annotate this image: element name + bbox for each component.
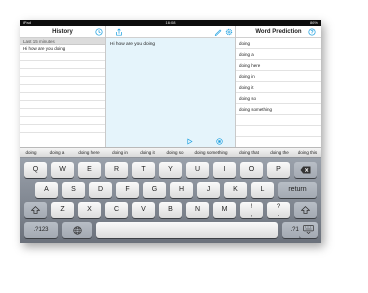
history-empty-row — [20, 93, 105, 101]
prediction-empty-row — [236, 115, 321, 126]
prediction-item[interactable]: doing it — [236, 82, 321, 93]
globe-key[interactable] — [62, 222, 92, 238]
history-empty-row — [20, 125, 105, 133]
key-s[interactable]: S — [62, 182, 85, 198]
key-v[interactable]: V — [132, 202, 155, 218]
suggestion-chip[interactable]: doing a — [42, 148, 72, 158]
suggestion-bar: doing doing a doing here doing in doing … — [20, 147, 321, 158]
history-title: History — [52, 29, 73, 35]
key-g[interactable]: G — [143, 182, 166, 198]
history-header: History — [20, 26, 105, 38]
key-u[interactable]: U — [186, 162, 209, 178]
key-b[interactable]: B — [159, 202, 182, 218]
history-empty-row — [20, 85, 105, 93]
prediction-item[interactable]: doing — [236, 38, 321, 49]
key-question[interactable]: ? . — [267, 202, 290, 218]
suggestion-chip[interactable]: doing — [20, 148, 42, 158]
key-f[interactable]: F — [116, 182, 139, 198]
key-e[interactable]: E — [78, 162, 101, 178]
globe-icon — [72, 225, 82, 235]
key-a[interactable]: A — [35, 182, 58, 198]
key-j[interactable]: J — [197, 182, 220, 198]
suggestion-chip[interactable]: doing the — [265, 148, 294, 158]
pencil-icon[interactable] — [214, 28, 222, 36]
key-exclamation-top: ! — [250, 204, 253, 210]
clock-icon[interactable] — [95, 28, 103, 36]
key-z[interactable]: Z — [51, 202, 74, 218]
key-n[interactable]: N — [186, 202, 209, 218]
prediction-empty-row — [236, 126, 321, 137]
history-empty-row — [20, 53, 105, 61]
key-o[interactable]: O — [240, 162, 263, 178]
key-r[interactable]: R — [105, 162, 128, 178]
key-c[interactable]: C — [105, 202, 128, 218]
suggestion-chip[interactable]: doing here — [72, 148, 106, 158]
key-i[interactable]: I — [213, 162, 236, 178]
return-key[interactable]: return — [278, 182, 317, 198]
key-m[interactable]: M — [213, 202, 236, 218]
history-empty-row — [20, 117, 105, 125]
key-question-bottom: . — [277, 212, 280, 218]
history-empty-row — [20, 61, 105, 69]
history-time-filter: Last 15 minutes — [20, 38, 105, 45]
key-question-top: ? — [276, 204, 281, 210]
gear-icon[interactable] — [225, 28, 233, 36]
onscreen-keyboard: Q W E R T Y U I O P A S D F G H J K L re… — [20, 158, 321, 243]
play-icon[interactable] — [186, 138, 193, 145]
history-empty-row — [20, 109, 105, 117]
word-prediction-panel: Word Prediction doing doing a doing here… — [236, 26, 321, 147]
key-w[interactable]: W — [51, 162, 74, 178]
suggestion-chip[interactable]: doing something — [189, 148, 233, 158]
suggestion-chip[interactable]: doing it — [134, 148, 161, 158]
prediction-item[interactable]: doing so — [236, 93, 321, 104]
space-bar[interactable] — [96, 222, 278, 238]
key-x[interactable]: X — [78, 202, 101, 218]
history-item[interactable]: Hi how are you doing — [20, 45, 105, 53]
share-icon[interactable] — [115, 28, 123, 36]
key-exclamation[interactable]: ! , — [240, 202, 263, 218]
shift-icon — [301, 206, 310, 214]
key-p[interactable]: P — [267, 162, 290, 178]
suggestion-chip[interactable]: doing that — [233, 148, 265, 158]
help-icon[interactable] — [308, 28, 316, 36]
history-panel: History Last 15 minutes Hi how are you d… — [20, 26, 106, 147]
prediction-item[interactable]: doing here — [236, 60, 321, 71]
shift-key-right[interactable] — [294, 202, 317, 218]
prediction-item[interactable]: doing something — [236, 104, 321, 115]
backspace-key[interactable] — [294, 162, 317, 178]
key-t[interactable]: T — [132, 162, 155, 178]
key-k[interactable]: K — [224, 182, 247, 198]
editor-panel: Hi how are you doing — [106, 26, 236, 147]
key-exclamation-bottom: , — [250, 212, 253, 218]
key-h[interactable]: H — [170, 182, 193, 198]
key-y[interactable]: Y — [159, 162, 182, 178]
shift-icon — [31, 206, 40, 214]
suggestion-chip[interactable]: doing so — [161, 148, 189, 158]
key-l[interactable]: L — [251, 182, 274, 198]
suggestion-chip[interactable]: doing this — [294, 148, 321, 158]
prediction-item[interactable]: doing in — [236, 71, 321, 82]
editor-text-area[interactable]: Hi how are you doing — [110, 42, 155, 47]
backspace-icon — [300, 166, 311, 174]
keyboard-dismiss-icon — [303, 225, 314, 234]
shift-key-left[interactable] — [24, 202, 47, 218]
editor-header — [106, 26, 235, 38]
stop-icon[interactable] — [216, 138, 223, 145]
key-q[interactable]: Q — [24, 162, 47, 178]
key-d[interactable]: D — [89, 182, 112, 198]
history-empty-row — [20, 69, 105, 77]
numbers-key-left[interactable]: .?123 — [24, 222, 58, 238]
prediction-item[interactable]: doing a — [236, 49, 321, 60]
history-empty-row — [20, 101, 105, 109]
prediction-header: Word Prediction — [236, 26, 321, 38]
suggestion-chip[interactable]: doing in — [106, 148, 134, 158]
history-empty-row — [20, 77, 105, 85]
ipad-screen: iPad 16:08 86% History Last 15 minutes H… — [20, 20, 321, 243]
keyboard-dismiss-key[interactable] — [299, 222, 318, 238]
